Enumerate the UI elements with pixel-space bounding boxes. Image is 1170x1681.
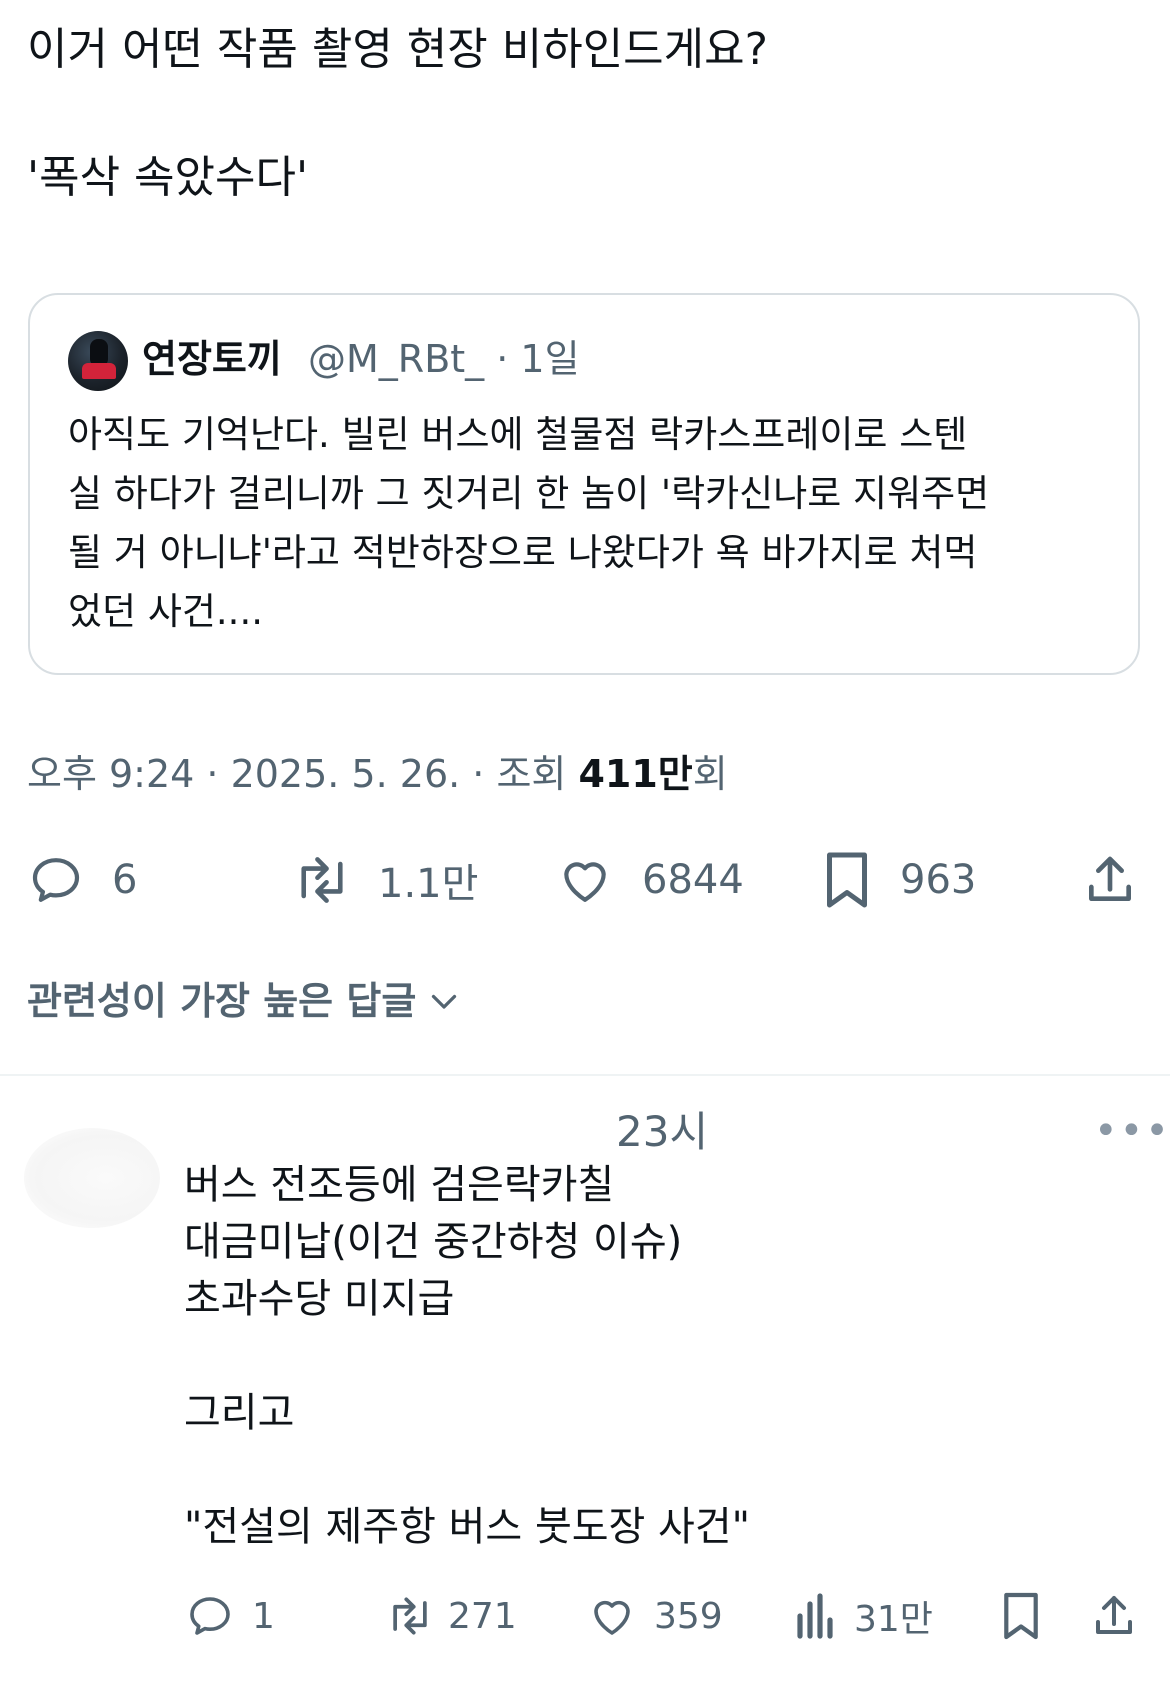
quoted-tweet-card[interactable]: 연장토끼 @M_RBt_ · 1일 아직도 기억난다. 빌린 버스에 철물점 락…	[28, 293, 1140, 675]
reply-view-count: 31만	[854, 1599, 933, 1640]
like-count: 6844	[642, 857, 744, 903]
reply-like-button[interactable]: 359	[588, 1588, 723, 1644]
bookmark-icon	[1004, 1592, 1038, 1640]
reply-button[interactable]: 6	[28, 850, 137, 910]
reply-count: 6	[112, 857, 138, 903]
quoted-tweet-body: 아직도 기억난다. 빌린 버스에 철물점 락카스프레이로 스텐 실 하다가 걸리…	[68, 413, 990, 633]
quoted-user-name[interactable]: 연장토끼	[142, 331, 282, 387]
more-options-icon[interactable]: •••	[1094, 1108, 1170, 1154]
quoted-user-handle: @M_RBt_ · 1일	[308, 337, 580, 381]
view-count: 411만	[578, 752, 693, 796]
share-button[interactable]	[1082, 850, 1138, 910]
reply-retweet-count: 271	[448, 1595, 517, 1637]
reply-retweet-button[interactable]: 271	[384, 1588, 517, 1644]
bookmark-icon	[827, 852, 867, 908]
heart-icon	[594, 1600, 630, 1635]
tweet-text-line2: '폭삭 속았수다'	[27, 152, 309, 203]
reply-reply-count: 1	[252, 1595, 275, 1637]
reply-timestamp: 23시	[616, 1107, 709, 1156]
reply-sort-dropdown[interactable]: 관련성이 가장 높은 답글	[27, 975, 462, 1027]
section-divider	[0, 1074, 1170, 1076]
heart-icon	[564, 862, 606, 902]
reply-icon	[32, 858, 80, 902]
share-icon	[1096, 1596, 1132, 1634]
retweet-icon	[301, 857, 343, 903]
reply-views-button[interactable]: 31만	[796, 1588, 933, 1644]
quoted-user-avatar[interactable]	[68, 331, 128, 391]
reply-like-count: 359	[654, 1595, 723, 1637]
reply-bookmark-button[interactable]	[1000, 1588, 1042, 1644]
tweet-timestamp: 오후 9:24 · 2025. 5. 26. · 조회	[27, 752, 579, 796]
retweet-count: 1.1만	[378, 861, 479, 907]
like-button[interactable]: 6844	[556, 850, 744, 910]
reply-reply-button[interactable]: 1	[186, 1588, 275, 1644]
chevron-down-icon	[432, 994, 457, 1009]
share-icon	[1089, 856, 1131, 901]
reply-body: 버스 전조등에 검은락카칠 대금미납(이건 중간하청 이슈) 초과수당 미지급 …	[184, 1162, 751, 1550]
bookmark-button[interactable]: 963	[822, 850, 976, 910]
reply-user-avatar[interactable]	[24, 1128, 160, 1228]
retweet-icon	[393, 1597, 427, 1635]
bookmark-count: 963	[900, 857, 977, 903]
analytics-icon	[797, 1593, 833, 1639]
reply-sort-label: 관련성이 가장 높은 답글	[27, 979, 417, 1023]
tweet-meta: 오후 9:24 · 2025. 5. 26. · 조회 411만회	[27, 748, 728, 800]
retweet-button[interactable]: 1.1만	[290, 850, 478, 910]
view-count-suffix: 회	[692, 752, 728, 796]
reply-icon	[190, 1597, 230, 1635]
reply-share-button[interactable]	[1090, 1588, 1138, 1644]
tweet-text-line1: 이거 어떤 작품 촬영 현장 비하인드게요?	[27, 24, 768, 75]
